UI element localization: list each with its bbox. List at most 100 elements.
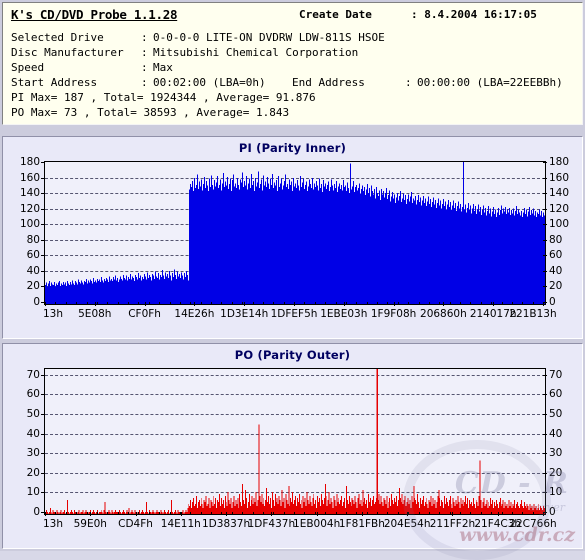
x-tick-mark-minor xyxy=(221,512,223,514)
y-tick-mark-left xyxy=(41,492,45,494)
x-tick-mark xyxy=(407,512,409,516)
x-tick-mark-minor xyxy=(470,302,472,304)
x-tick-label: 211FF2h xyxy=(429,518,476,530)
y-tick-mark-right xyxy=(543,208,547,210)
x-tick-mark-minor xyxy=(65,302,67,304)
x-tick-mark-minor xyxy=(480,302,482,304)
x-tick-mark xyxy=(443,302,445,306)
x-tick-mark-minor xyxy=(449,302,451,304)
x-tick-mark-minor xyxy=(200,512,202,514)
y-tick-label-left: 20 xyxy=(26,466,40,479)
x-tick-mark-minor xyxy=(491,512,493,514)
x-tick-mark-minor xyxy=(96,512,98,514)
x-tick-mark-minor xyxy=(356,512,358,514)
create-date-value: : 8.4.2004 16:17:05 xyxy=(411,8,537,21)
speed-label: Speed xyxy=(11,61,45,74)
x-tick-label: 1D3E14h xyxy=(220,308,269,320)
x-tick-label: 1D3837h xyxy=(202,518,251,530)
info-row-speed: Speed : Max xyxy=(9,61,576,76)
x-tick-mark xyxy=(226,512,228,516)
y-tick-mark-left xyxy=(41,453,45,455)
x-tick-mark-minor xyxy=(96,302,98,304)
x-tick-mark-minor xyxy=(377,302,378,304)
x-tick-mark xyxy=(45,512,46,516)
pi-bars-series xyxy=(45,162,545,304)
x-tick-mark xyxy=(316,512,318,516)
x-tick-mark-minor xyxy=(511,302,513,304)
y-tick-mark-right xyxy=(543,374,547,376)
y-tick-label-left: 60 xyxy=(26,249,40,262)
y-tick-label-right: 0 xyxy=(549,296,556,308)
x-tick-mark xyxy=(543,512,544,516)
info-row-pi-summary: PI Max= 187 , Total= 1924344 , Average= … xyxy=(9,91,576,106)
x-tick-label: 221B13h xyxy=(509,308,557,320)
x-tick-mark-minor xyxy=(107,512,109,514)
x-tick-label: 14E11h xyxy=(160,518,201,530)
y-tick-mark-left xyxy=(41,255,45,257)
x-tick-mark-minor xyxy=(304,512,306,514)
y-tick-label-left: 20 xyxy=(26,280,40,293)
x-tick-mark-minor xyxy=(283,512,285,514)
x-tick-mark xyxy=(194,302,196,306)
selected-drive-value: 0-0-0-0 LITE-ON DVDRW LDW-811S HSOE xyxy=(153,31,385,44)
x-tick-mark-minor xyxy=(138,302,140,304)
selected-drive-sep: : xyxy=(141,31,148,44)
x-tick-mark-minor xyxy=(138,512,140,514)
x-tick-label: 59E0h xyxy=(73,518,107,530)
x-tick-mark-minor xyxy=(304,302,306,304)
x-tick-mark-minor xyxy=(128,302,129,304)
x-tick-mark-minor xyxy=(252,512,254,514)
start-address-label: Start Address xyxy=(11,76,98,89)
page-title: K's CD/DVD Probe 1.1.28 xyxy=(11,7,178,22)
x-tick-mark-minor xyxy=(190,512,192,514)
po-chart-panel: PO (Parity Outer) 0 10 20 30 40 50 60 70 0 10 20 3… xyxy=(2,343,583,549)
x-tick-mark-minor xyxy=(148,512,150,514)
y-tick-mark-right xyxy=(543,255,547,257)
x-tick-mark xyxy=(94,302,96,306)
y-tick-label-right: 120 xyxy=(549,202,570,215)
start-address-value: 00:02:00 (LBA=0h) xyxy=(153,76,266,89)
y-tick-mark-left xyxy=(41,394,45,396)
x-tick-mark-minor xyxy=(273,512,275,514)
x-tick-label: 204E54h xyxy=(383,518,431,530)
ks-cd-dvd-probe-window: K's CD/DVD Probe 1.1.28 Create Date : 8.… xyxy=(0,0,585,560)
x-tick-mark-minor xyxy=(439,302,441,304)
x-tick-mark-minor xyxy=(86,302,88,304)
x-tick-mark-minor xyxy=(511,512,513,514)
y-tick-label-left: 10 xyxy=(26,486,40,499)
end-address-sep: : xyxy=(405,76,412,89)
po-chart-title: PO (Parity Outer) xyxy=(234,348,351,362)
pi-chart-title: PI (Parity Inner) xyxy=(238,141,347,155)
x-tick-mark xyxy=(271,512,273,516)
y-tick-label-right: 80 xyxy=(549,233,563,246)
x-tick-mark xyxy=(361,512,363,516)
x-tick-label: 1DFEF5h xyxy=(270,308,318,320)
y-tick-label-right: 160 xyxy=(549,171,570,184)
x-tick-mark-minor xyxy=(107,302,109,304)
x-tick-label: 13h xyxy=(42,308,64,320)
x-tick-mark-minor xyxy=(148,302,150,304)
x-tick-mark-minor xyxy=(356,302,358,304)
x-tick-mark xyxy=(144,302,146,306)
x-tick-mark-minor xyxy=(418,512,420,514)
x-tick-mark-minor xyxy=(325,302,327,304)
x-tick-mark-minor xyxy=(470,512,472,514)
x-tick-mark-minor xyxy=(387,512,389,514)
x-tick-mark xyxy=(543,302,544,306)
disc-manufacturer-label: Disc Manufacturer xyxy=(11,46,124,59)
info-row-po-summary: PO Max= 73 , Total= 38593 , Average= 1.8… xyxy=(9,106,576,121)
y-tick-label-right: 30 xyxy=(549,447,563,460)
x-tick-mark xyxy=(180,512,182,516)
y-tick-mark-right xyxy=(543,162,547,163)
x-tick-mark xyxy=(343,302,345,306)
x-tick-mark xyxy=(452,512,454,516)
x-tick-mark xyxy=(244,302,246,306)
x-tick-mark-minor xyxy=(460,512,461,514)
y-tick-mark-right xyxy=(543,492,547,494)
info-row-addresses: Start Address : 00:02:00 (LBA=0h) End Ad… xyxy=(9,76,576,91)
info-row-disc-manufacturer: Disc Manufacturer : Mitsubishi Chemical … xyxy=(9,46,576,61)
info-lines: Selected Drive : 0-0-0-0 LITE-ON DVDRW L… xyxy=(9,31,576,121)
y-tick-label-left: 40 xyxy=(26,427,40,440)
x-tick-mark-minor xyxy=(221,302,223,304)
x-tick-label: 1F81FBh xyxy=(338,518,385,530)
